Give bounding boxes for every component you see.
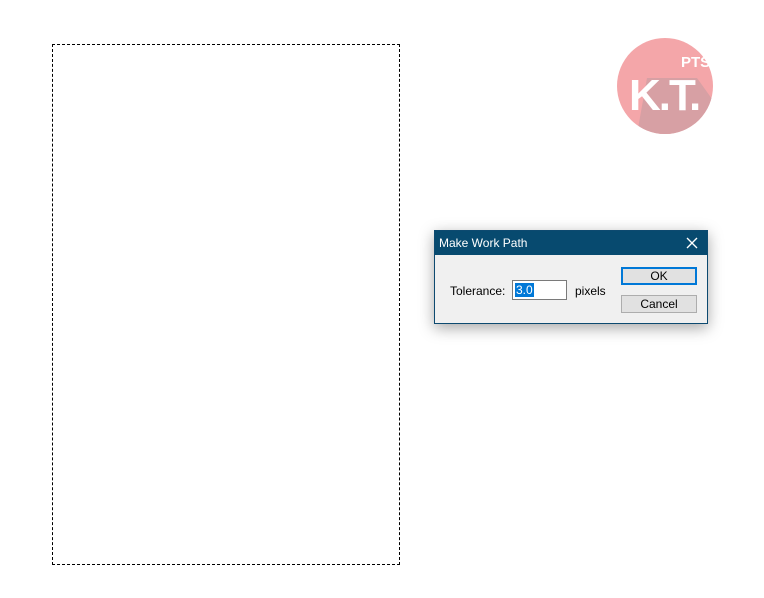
logo-small-text: PTS [681,54,710,71]
tolerance-value: 3.0 [515,283,534,297]
dialog-title: Make Work Path [439,236,528,250]
make-work-path-dialog: Make Work Path Tolerance: 3.0 pixels OK … [434,230,708,324]
cancel-button[interactable]: Cancel [621,295,697,313]
close-button[interactable] [677,231,707,255]
close-icon [686,237,698,249]
marquee-selection [52,44,400,565]
brand-logo: PTS K.T. [617,38,713,134]
units-label: pixels [575,284,606,298]
tolerance-label: Tolerance: [450,284,506,298]
dialog-titlebar[interactable]: Make Work Path [435,231,707,255]
logo-big-text: K.T. [629,71,699,120]
ok-button[interactable]: OK [621,267,697,285]
tolerance-input[interactable]: 3.0 [512,280,567,300]
